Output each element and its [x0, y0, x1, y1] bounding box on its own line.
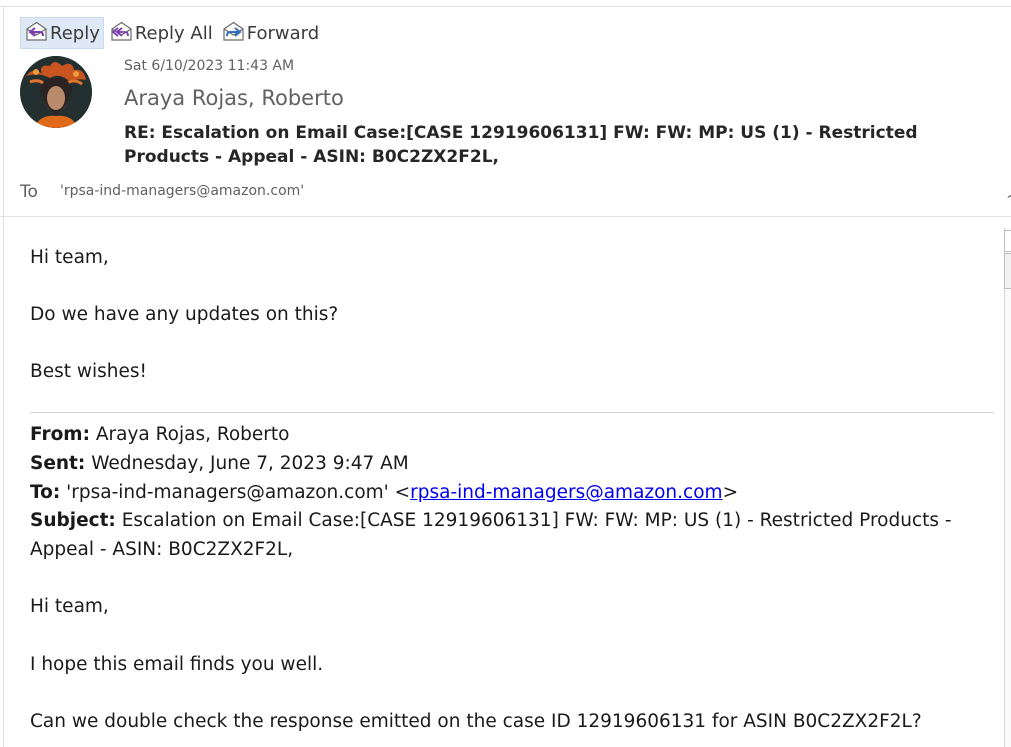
- quoted-subject: Subject: Escalation on Email Case:[CASE …: [30, 507, 995, 565]
- quoted-from-label: From:: [30, 424, 90, 445]
- header-divider: [0, 216, 1011, 217]
- reply-all-envelope-icon: [109, 20, 135, 47]
- reply-all-label: Reply All: [134, 22, 213, 44]
- body-greeting: Hi team,: [30, 247, 109, 268]
- window-top-strip: [0, 0, 1011, 7]
- scroll-up-button[interactable]: [1004, 230, 1011, 252]
- quoted-from-value: Araya Rojas, Roberto: [95, 424, 290, 445]
- quoted-sent-value: Wednesday, June 7, 2023 9:47 AM: [91, 452, 409, 474]
- reply-label: Reply: [50, 22, 100, 44]
- quoted-line-1: I hope this email finds you well.: [30, 653, 324, 675]
- reply-envelope-icon: [24, 20, 50, 47]
- reply-all-button[interactable]: Reply All: [106, 17, 216, 49]
- reply-button[interactable]: Reply: [20, 17, 104, 49]
- message-subject: RE: Escalation on Email Case:[CASE 12919…: [124, 123, 918, 167]
- body-question: Do we have any updates on this?: [30, 304, 339, 325]
- message-body: Hi team, Do we have any updates on this?…: [30, 244, 1000, 387]
- vertical-scrollbar[interactable]: [1004, 228, 1011, 747]
- message-toolbar: Reply Reply All Forward: [20, 17, 324, 49]
- sender-avatar[interactable]: [20, 56, 92, 128]
- to-recipient[interactable]: 'rpsa-ind-managers@amazon.com': [60, 183, 304, 199]
- sender-name[interactable]: Araya Rojas, Roberto: [124, 86, 344, 110]
- quoted-to-link[interactable]: rpsa-ind-managers@amazon.com: [410, 482, 722, 503]
- quoted-from: From: Araya Rojas, Roberto: [30, 421, 995, 450]
- scrollbar-thumb[interactable]: [1004, 253, 1011, 289]
- quoted-to-prefix: 'rpsa-ind-managers@amazon.com' <: [66, 481, 411, 503]
- quoted-line-2: Can we double check the response emitted…: [30, 711, 922, 733]
- forward-label: Forward: [246, 22, 320, 44]
- quoted-divider: [30, 412, 994, 413]
- quoted-subject-label: Subject:: [30, 510, 116, 532]
- expand-header-icon[interactable]: ⌃: [1005, 193, 1011, 207]
- quoted-to: To: 'rpsa-ind-managers@amazon.com' <rpsa…: [30, 479, 995, 508]
- quoted-greeting: Hi team,: [30, 596, 109, 618]
- to-label: To: [20, 182, 38, 202]
- quoted-to-label: To:: [30, 481, 61, 503]
- quoted-to-suffix: >: [722, 481, 739, 503]
- left-border: [3, 7, 4, 747]
- forward-button[interactable]: Forward: [218, 17, 322, 49]
- quoted-message: From: Araya Rojas, Roberto Sent: Wednesd…: [30, 421, 995, 737]
- quoted-subject-value: Escalation on Email Case:[CASE 129196061…: [30, 510, 952, 561]
- message-datetime: Sat 6/10/2023 11:43 AM: [124, 58, 295, 74]
- quoted-sent-label: Sent:: [30, 452, 86, 474]
- quoted-sent: Sent: Wednesday, June 7, 2023 9:47 AM: [30, 450, 995, 479]
- body-signoff: Best wishes!: [30, 361, 147, 382]
- forward-envelope-icon: [221, 20, 247, 47]
